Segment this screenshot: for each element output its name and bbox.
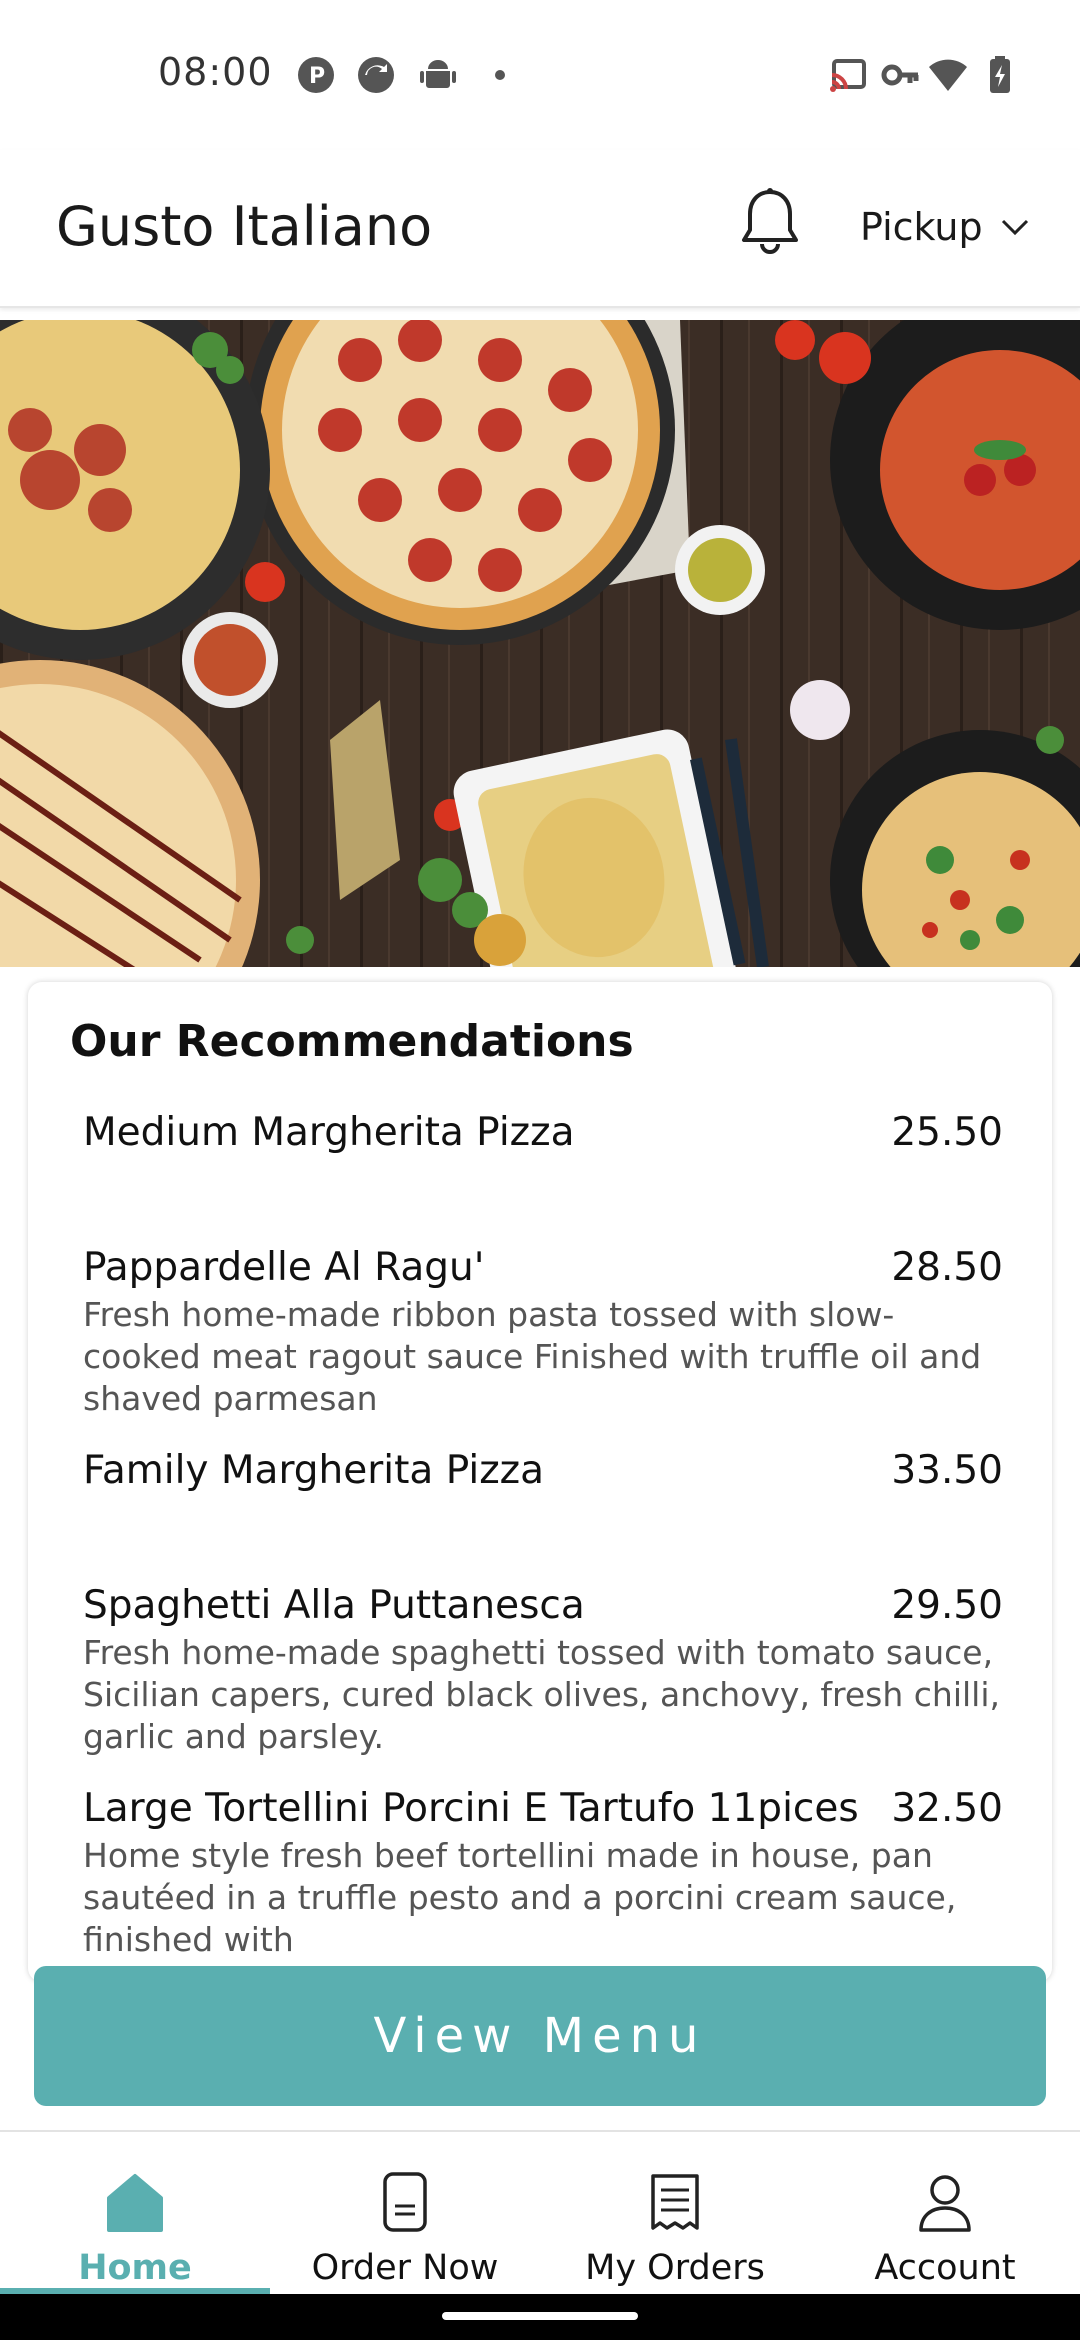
- italian-food-spread-illustration: [0, 320, 1080, 967]
- bottom-navigation: Home Order Now My Orders Account: [0, 2130, 1080, 2296]
- app-header: Gusto Italiano Pickup: [0, 150, 1080, 308]
- app-title: Gusto Italiano: [56, 195, 433, 258]
- user-icon: [919, 2175, 971, 2232]
- item-name: Large Tortellini Porcini E Tartufo 11pic…: [83, 1786, 859, 1831]
- item-name: Pappardelle Al Ragu': [83, 1245, 485, 1290]
- item-price: 28.50: [891, 1245, 1003, 1290]
- recommendation-item[interactable]: Medium Margherita Pizza 25.50: [83, 1082, 1003, 1217]
- home-gesture-handle[interactable]: [442, 2312, 638, 2320]
- dot-icon: [495, 70, 505, 80]
- svg-text:P: P: [309, 64, 325, 89]
- receipt-icon: [651, 2174, 699, 2230]
- battery-charging-icon: [990, 56, 1010, 93]
- sync-icon: [358, 57, 394, 93]
- status-time: 08:00: [158, 50, 273, 94]
- item-price: 32.50: [891, 1786, 1003, 1831]
- nav-item-order-now[interactable]: Order Now: [270, 2132, 540, 2296]
- item-description: Home style fresh beef tortellini made in…: [83, 1836, 957, 1959]
- nav-item-my-orders[interactable]: My Orders: [540, 2132, 810, 2296]
- nav-item-home[interactable]: Home: [0, 2132, 270, 2296]
- item-description: Fresh home-made spaghetti tossed with to…: [83, 1633, 1001, 1756]
- recommendations-card: Our Recommendations Medium Margherita Pi…: [28, 982, 1052, 1982]
- system-gesture-bar: [0, 2294, 1080, 2340]
- recommendation-item[interactable]: Pappardelle Al Ragu' 28.50 Fresh home-ma…: [83, 1217, 1003, 1420]
- item-price: 33.50: [891, 1448, 1003, 1493]
- vpn-key-icon: [881, 64, 919, 86]
- view-menu-button[interactable]: View Menu: [34, 1966, 1046, 2106]
- android-icon: [420, 60, 456, 88]
- status-bar: 08:00 P: [0, 0, 1080, 150]
- recommendation-item[interactable]: Family Margherita Pizza 33.50: [83, 1420, 1003, 1555]
- recommendations-title: Our Recommendations: [70, 1016, 634, 1067]
- nav-item-account[interactable]: Account: [810, 2132, 1080, 2296]
- item-name: Spaghetti Alla Puttanesca: [83, 1583, 585, 1628]
- order-icon: [383, 2172, 427, 2232]
- recommendations-list: Medium Margherita Pizza 25.50 Pappardell…: [83, 1082, 1003, 1961]
- item-description: Fresh home-made ribbon pasta tossed with…: [83, 1295, 982, 1418]
- nav-label-account: Account: [874, 2248, 1016, 2288]
- bell-icon[interactable]: [740, 186, 800, 260]
- recommendation-item[interactable]: Large Tortellini Porcini E Tartufo 11pic…: [83, 1758, 1003, 1961]
- item-price: 25.50: [891, 1110, 1003, 1155]
- notification-p-icon: P: [298, 57, 334, 93]
- item-name: Family Margherita Pizza: [83, 1448, 545, 1493]
- chevron-down-icon: [1001, 219, 1028, 236]
- item-price: 29.50: [891, 1583, 1003, 1628]
- nav-label-home: Home: [78, 2248, 192, 2288]
- order-mode-selector[interactable]: Pickup: [860, 205, 1029, 249]
- hero-banner-image: [0, 320, 1080, 967]
- order-mode-label: Pickup: [860, 205, 983, 249]
- nav-label-order-now: Order Now: [311, 2248, 499, 2288]
- home-icon: [107, 2174, 163, 2232]
- recommendation-item[interactable]: Spaghetti Alla Puttanesca 29.50 Fresh ho…: [83, 1555, 1003, 1758]
- cast-icon: [830, 59, 866, 92]
- item-name: Medium Margherita Pizza: [83, 1110, 575, 1155]
- nav-label-my-orders: My Orders: [585, 2248, 765, 2288]
- wifi-icon: [929, 59, 967, 91]
